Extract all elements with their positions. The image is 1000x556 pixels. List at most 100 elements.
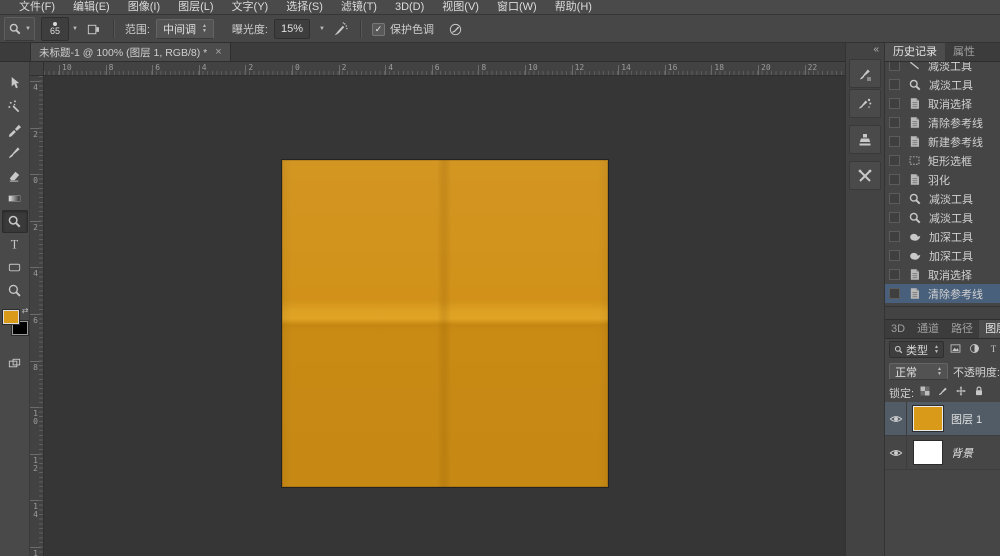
- menu-item[interactable]: 滤镜(T): [332, 0, 386, 15]
- protect-tones-checkbox[interactable]: ✓: [372, 23, 385, 36]
- type-filter-button[interactable]: T: [987, 342, 1000, 358]
- layer-thumbnail[interactable]: [913, 406, 943, 431]
- history-source-well[interactable]: [889, 174, 900, 185]
- foreground-color-swatch[interactable]: [3, 310, 19, 324]
- tool-presets-panel-button[interactable]: [849, 161, 881, 190]
- lock-position-button[interactable]: [955, 385, 967, 400]
- brush-presets-panel-button[interactable]: [849, 89, 881, 118]
- brush-panel-icon: [857, 66, 873, 82]
- tab-3D[interactable]: 3D: [885, 320, 911, 338]
- history-step[interactable]: 取消选择: [885, 94, 1000, 113]
- canvas-area[interactable]: [44, 76, 845, 556]
- lock-all-button[interactable]: [973, 385, 985, 400]
- vertical-ruler[interactable]: 420246810121416: [30, 76, 44, 556]
- history-source-well[interactable]: [889, 79, 900, 90]
- brush-panel-button[interactable]: [849, 59, 881, 88]
- gradient-tool[interactable]: [2, 187, 28, 210]
- history-step[interactable]: 清除参考线: [885, 113, 1000, 132]
- history-step[interactable]: 加深工具: [885, 246, 1000, 265]
- layer-thumbnail[interactable]: [913, 440, 943, 465]
- history-source-well[interactable]: [889, 269, 900, 280]
- history-step[interactable]: 减淡工具: [885, 189, 1000, 208]
- menu-item[interactable]: 帮助(H): [546, 0, 601, 15]
- type-tool[interactable]: T: [2, 233, 28, 256]
- menu-item[interactable]: 窗口(W): [488, 0, 546, 15]
- pixel-filter-button[interactable]: [949, 342, 962, 358]
- history-step[interactable]: 加深工具: [885, 227, 1000, 246]
- menu-item[interactable]: 视图(V): [433, 0, 488, 15]
- exposure-input[interactable]: 15%: [274, 19, 310, 39]
- history-source-well[interactable]: [889, 155, 900, 166]
- horizontal-ruler[interactable]: 1086420246810121416182022: [44, 62, 845, 76]
- layer-visibility-toggle[interactable]: [885, 436, 907, 469]
- tab-路径[interactable]: 路径: [945, 320, 979, 338]
- layer-row[interactable]: 背景: [885, 436, 1000, 470]
- document-tab[interactable]: 未标题-1 @ 100% (图层 1, RGB/8) * ×: [30, 42, 231, 61]
- menu-item[interactable]: 图像(I): [119, 0, 169, 15]
- airbrush-toggle[interactable]: [331, 18, 350, 40]
- history-source-well[interactable]: [889, 288, 900, 299]
- screen-mode-button[interactable]: [2, 352, 28, 375]
- menu-item[interactable]: 选择(S): [277, 0, 332, 15]
- clone-source-panel-button[interactable]: [849, 125, 881, 154]
- history-step[interactable]: 减淡工具: [885, 208, 1000, 227]
- dropdown-arrow-icon[interactable]: ▼: [319, 26, 325, 32]
- layer-filter-select[interactable]: 类型 ▲▼: [889, 341, 944, 358]
- ruler-number: 2: [248, 63, 253, 72]
- brush-tool[interactable]: [2, 141, 28, 164]
- history-source-well[interactable]: [889, 62, 900, 71]
- brush-size-picker[interactable]: 65: [41, 17, 69, 41]
- close-tab-icon[interactable]: ×: [215, 46, 221, 58]
- ruler-number: 4: [32, 270, 39, 278]
- history-step[interactable]: 新建参考线: [885, 132, 1000, 151]
- shape-tool[interactable]: [2, 256, 28, 279]
- menu-item[interactable]: 文件(F): [10, 0, 64, 15]
- history-source-well[interactable]: [889, 250, 900, 261]
- document-canvas[interactable]: [282, 160, 608, 487]
- panel-column: 历史记录属性 减淡工具 减淡工具 取消选择 清除参考线 新建参考线: [885, 43, 1000, 556]
- eyedropper-tool[interactable]: [2, 118, 28, 141]
- menu-item[interactable]: 图层(L): [169, 0, 222, 15]
- zoom-tool[interactable]: [2, 279, 28, 302]
- ruler-number: 8: [32, 364, 39, 372]
- toggle-brush-panel-button[interactable]: [84, 18, 103, 40]
- tab-图层[interactable]: 图层: [979, 320, 1000, 338]
- layer-visibility-toggle[interactable]: [885, 402, 907, 435]
- menu-item[interactable]: 文字(Y): [223, 0, 278, 15]
- menu-item[interactable]: 编辑(E): [64, 0, 119, 15]
- magic-wand-tool[interactable]: [2, 95, 28, 118]
- history-step[interactable]: 减淡工具: [885, 75, 1000, 94]
- eraser-tool[interactable]: [2, 164, 28, 187]
- history-step[interactable]: 清除参考线: [885, 284, 1000, 303]
- tab-通道[interactable]: 通道: [911, 320, 945, 338]
- pressure-toggle[interactable]: [446, 18, 465, 40]
- swap-colors-icon[interactable]: ⇄: [22, 306, 29, 315]
- history-source-well[interactable]: [889, 98, 900, 109]
- expand-panels-button[interactable]: «: [846, 43, 884, 58]
- history-source-well[interactable]: [889, 212, 900, 223]
- history-step[interactable]: 减淡工具: [885, 62, 1000, 75]
- adjustment-filter-button[interactable]: [968, 342, 981, 358]
- layer-filter-row: 类型 ▲▼ T: [885, 339, 1000, 360]
- blend-mode-select[interactable]: 正常 ▲▼: [889, 363, 948, 380]
- menu-item[interactable]: 3D(D): [386, 0, 433, 15]
- dodge-tool[interactable]: [2, 210, 28, 233]
- tab-历史记录[interactable]: 历史记录: [885, 43, 945, 61]
- tool-preset-picker[interactable]: ▼: [4, 17, 35, 41]
- history-source-well[interactable]: [889, 231, 900, 242]
- history-step[interactable]: 取消选择: [885, 265, 1000, 284]
- dropdown-arrow-icon[interactable]: ▼: [72, 26, 78, 32]
- ruler-number: 0: [32, 177, 39, 185]
- layer-row[interactable]: 图层 1: [885, 402, 1000, 436]
- toggle-brush-panel-icon: [86, 22, 101, 37]
- history-source-well[interactable]: [889, 136, 900, 147]
- lock-transparency-button[interactable]: [919, 385, 931, 400]
- history-step[interactable]: 羽化: [885, 170, 1000, 189]
- history-source-well[interactable]: [889, 117, 900, 128]
- move-tool[interactable]: [2, 72, 28, 95]
- tab-属性[interactable]: 属性: [945, 43, 983, 61]
- lock-paint-button[interactable]: [937, 385, 949, 400]
- range-select[interactable]: 中间调 ▲▼: [156, 19, 214, 39]
- history-step[interactable]: 矩形选框: [885, 151, 1000, 170]
- history-source-well[interactable]: [889, 193, 900, 204]
